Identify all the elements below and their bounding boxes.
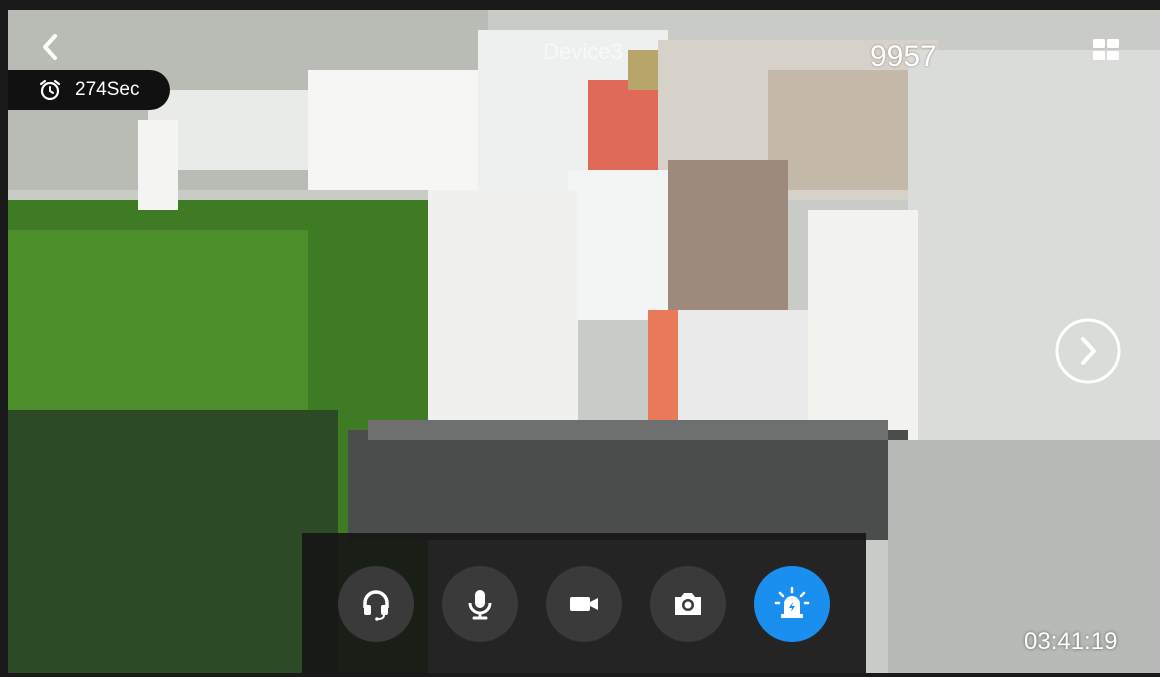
- chevron-right-circle-icon: [1055, 318, 1121, 384]
- microphone-icon: [468, 590, 492, 620]
- device-title: Device3: [543, 39, 623, 64]
- back-button[interactable]: [36, 32, 66, 62]
- current-time: 03:41:19: [1024, 628, 1118, 655]
- grid-icon: [1093, 39, 1119, 60]
- countdown-badge: 274Sec: [8, 70, 170, 110]
- headset-button[interactable]: [338, 566, 414, 642]
- top-border: [0, 0, 1160, 10]
- alarm-clock-icon: [39, 79, 61, 101]
- video-camera-icon: [570, 597, 598, 611]
- snapshot-button[interactable]: [650, 566, 726, 642]
- headphones-icon: [363, 590, 389, 621]
- microphone-button[interactable]: [442, 566, 518, 642]
- camera-icon: [675, 593, 701, 615]
- chevron-left-icon: [43, 34, 57, 60]
- channel-number: 9957: [870, 40, 937, 73]
- countdown-label: 274Sec: [75, 79, 140, 100]
- record-video-button[interactable]: [546, 566, 622, 642]
- next-device-button[interactable]: [1054, 317, 1122, 385]
- grid-view-button[interactable]: [1092, 38, 1120, 62]
- alarm-button[interactable]: [754, 566, 830, 642]
- left-border: [0, 0, 8, 677]
- bottom-border: [0, 673, 1160, 677]
- video-viewport: Device3 9957 274Sec 03:41:19: [8, 10, 1160, 673]
- control-bar: [302, 533, 866, 673]
- siren-icon: [774, 586, 810, 618]
